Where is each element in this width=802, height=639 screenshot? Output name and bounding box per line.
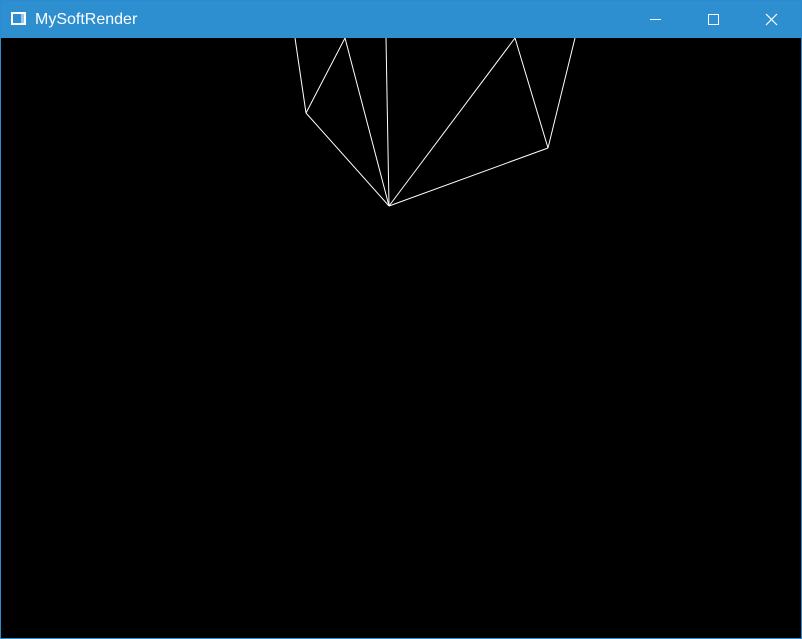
wireframe-mesh <box>294 38 576 207</box>
minimize-icon <box>650 19 661 20</box>
mesh-edge <box>388 38 516 207</box>
maximize-button[interactable] <box>685 1 743 38</box>
minimize-button[interactable] <box>627 1 685 38</box>
mesh-edge <box>547 38 576 149</box>
mesh-edge <box>294 38 307 114</box>
app-icon <box>11 12 26 25</box>
mesh-edge <box>385 38 390 207</box>
window-title: MySoftRender <box>35 11 138 28</box>
mesh-edge <box>305 38 346 114</box>
maximize-icon <box>708 14 719 25</box>
mesh-edge <box>514 38 549 149</box>
mesh-edge <box>388 147 549 207</box>
close-icon <box>765 13 778 26</box>
render-viewport[interactable] <box>1 38 801 638</box>
app-window: MySoftRender <box>0 0 802 639</box>
title-bar[interactable]: MySoftRender <box>1 1 801 38</box>
close-button[interactable] <box>743 1 801 38</box>
